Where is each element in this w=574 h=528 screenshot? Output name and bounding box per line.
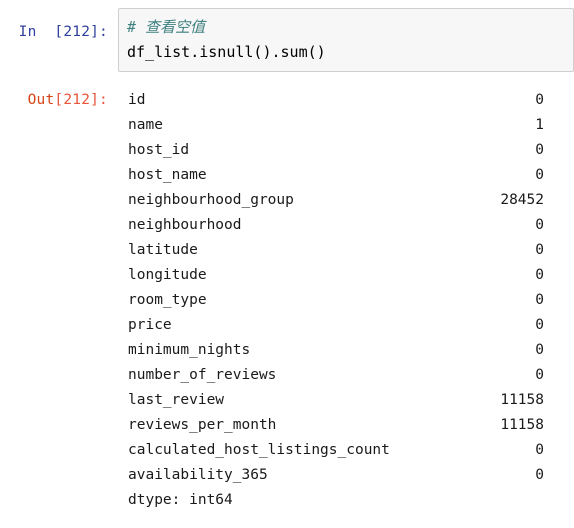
output-prompt: Out[212]: bbox=[0, 88, 108, 113]
output-prompt-number: [212]: bbox=[54, 92, 108, 108]
output-row-value: 0 bbox=[535, 142, 544, 158]
output-row-label: id bbox=[128, 92, 146, 108]
output-row-label: price bbox=[128, 317, 172, 333]
output-row-value: 11158 bbox=[500, 417, 544, 433]
output-row-value: 11158 bbox=[500, 392, 544, 408]
output-row-label: reviews_per_month bbox=[128, 417, 277, 433]
output-row-label: longitude bbox=[128, 267, 207, 283]
output-row: price 0 bbox=[128, 313, 544, 338]
output-row-label: availability_365 bbox=[128, 467, 268, 483]
input-prompt-label: In bbox=[18, 24, 37, 40]
output-row-value: 28452 bbox=[500, 192, 544, 208]
output-row: reviews_per_month 11158 bbox=[128, 413, 544, 438]
output-row: host_name 0 bbox=[128, 163, 544, 188]
output-row-label: number_of_reviews bbox=[128, 367, 277, 383]
output-dtype-line: dtype: int64 bbox=[128, 492, 233, 508]
output-row: minimum_nights 0 bbox=[128, 338, 544, 363]
output-row-value: 0 bbox=[535, 317, 544, 333]
output-row-value: 0 bbox=[535, 292, 544, 308]
output-row: number_of_reviews 0 bbox=[128, 363, 544, 388]
output-row-value: 0 bbox=[535, 342, 544, 358]
output-row-value: 0 bbox=[535, 442, 544, 458]
output-row-value: 0 bbox=[535, 367, 544, 383]
output-row-value: 0 bbox=[535, 167, 544, 183]
input-prompt: In [212]: bbox=[0, 8, 108, 45]
output-row: calculated_host_listings_count 0 bbox=[128, 438, 544, 463]
output-area: id 0 name 1 host_id 0 host_name 0 neighbourhood_… bbox=[128, 88, 544, 513]
output-row-label: room_type bbox=[128, 292, 207, 308]
code-statement-line: df_list.isnull().sum() bbox=[127, 43, 326, 61]
output-row-label: host_id bbox=[128, 142, 190, 158]
output-row: room_type 0 bbox=[128, 288, 544, 313]
output-row-value: 0 bbox=[535, 92, 544, 108]
output-row-value: 0 bbox=[535, 242, 544, 258]
output-row: availability_365 0 bbox=[128, 463, 544, 488]
output-row-value: 0 bbox=[535, 467, 544, 483]
output-row: name 1 bbox=[128, 113, 544, 138]
input-cell-row: In [212]: # 查看空值 df_list.isnull().sum() bbox=[0, 8, 574, 72]
notebook-cell-container: In [212]: # 查看空值 df_list.isnull().sum() … bbox=[0, 0, 574, 528]
output-row-label: last_review bbox=[128, 392, 225, 408]
output-row-label: host_name bbox=[128, 167, 207, 183]
output-row: last_review 11158 bbox=[128, 388, 544, 413]
output-row: neighbourhood 0 bbox=[128, 213, 544, 238]
code-editor[interactable]: # 查看空值 df_list.isnull().sum() bbox=[118, 8, 574, 72]
code-comment-line: # 查看空值 bbox=[127, 18, 206, 36]
output-row-label: name bbox=[128, 117, 163, 133]
output-row-label: neighbourhood bbox=[128, 217, 242, 233]
input-prompt-number: [212]: bbox=[54, 24, 108, 40]
output-row: neighbourhood_group 28452 bbox=[128, 188, 544, 213]
output-row: latitude 0 bbox=[128, 238, 544, 263]
output-row-value: 0 bbox=[535, 267, 544, 283]
output-row-label: neighbourhood_group bbox=[128, 192, 294, 208]
output-row: id 0 bbox=[128, 88, 544, 113]
output-row-value: 0 bbox=[535, 217, 544, 233]
output-prompt-label: Out bbox=[27, 92, 55, 108]
output-row-label: latitude bbox=[128, 242, 198, 258]
output-row: longitude 0 bbox=[128, 263, 544, 288]
output-row-label: minimum_nights bbox=[128, 342, 251, 358]
output-row-value: 1 bbox=[535, 117, 544, 133]
output-row-label: calculated_host_listings_count bbox=[128, 442, 390, 458]
output-row: host_id 0 bbox=[128, 138, 544, 163]
output-series-list: id 0 name 1 host_id 0 host_name 0 neighbourhood_… bbox=[128, 88, 544, 488]
